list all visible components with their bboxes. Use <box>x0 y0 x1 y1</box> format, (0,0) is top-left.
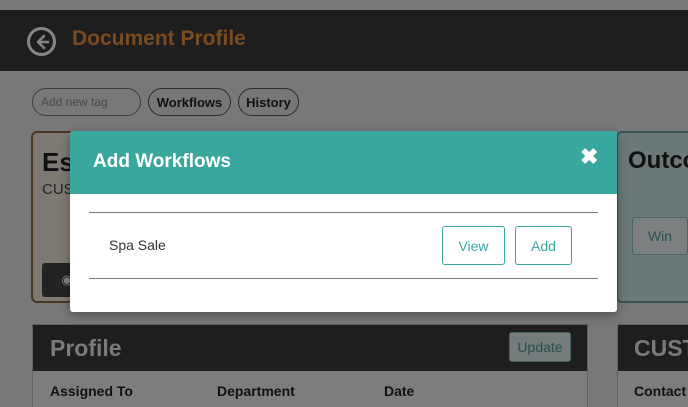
view-workflow-button[interactable]: View <box>442 226 505 265</box>
workflow-list: Spa Sale View Add <box>89 212 598 279</box>
workflow-name: Spa Sale <box>109 237 166 253</box>
modal-header: Add Workflows ✖ <box>70 131 617 194</box>
add-workflows-modal: Add Workflows ✖ Spa Sale View Add <box>70 131 617 312</box>
modal-title: Add Workflows <box>93 151 231 172</box>
add-workflow-button[interactable]: Add <box>515 226 572 265</box>
close-icon[interactable]: ✖ <box>580 146 598 168</box>
